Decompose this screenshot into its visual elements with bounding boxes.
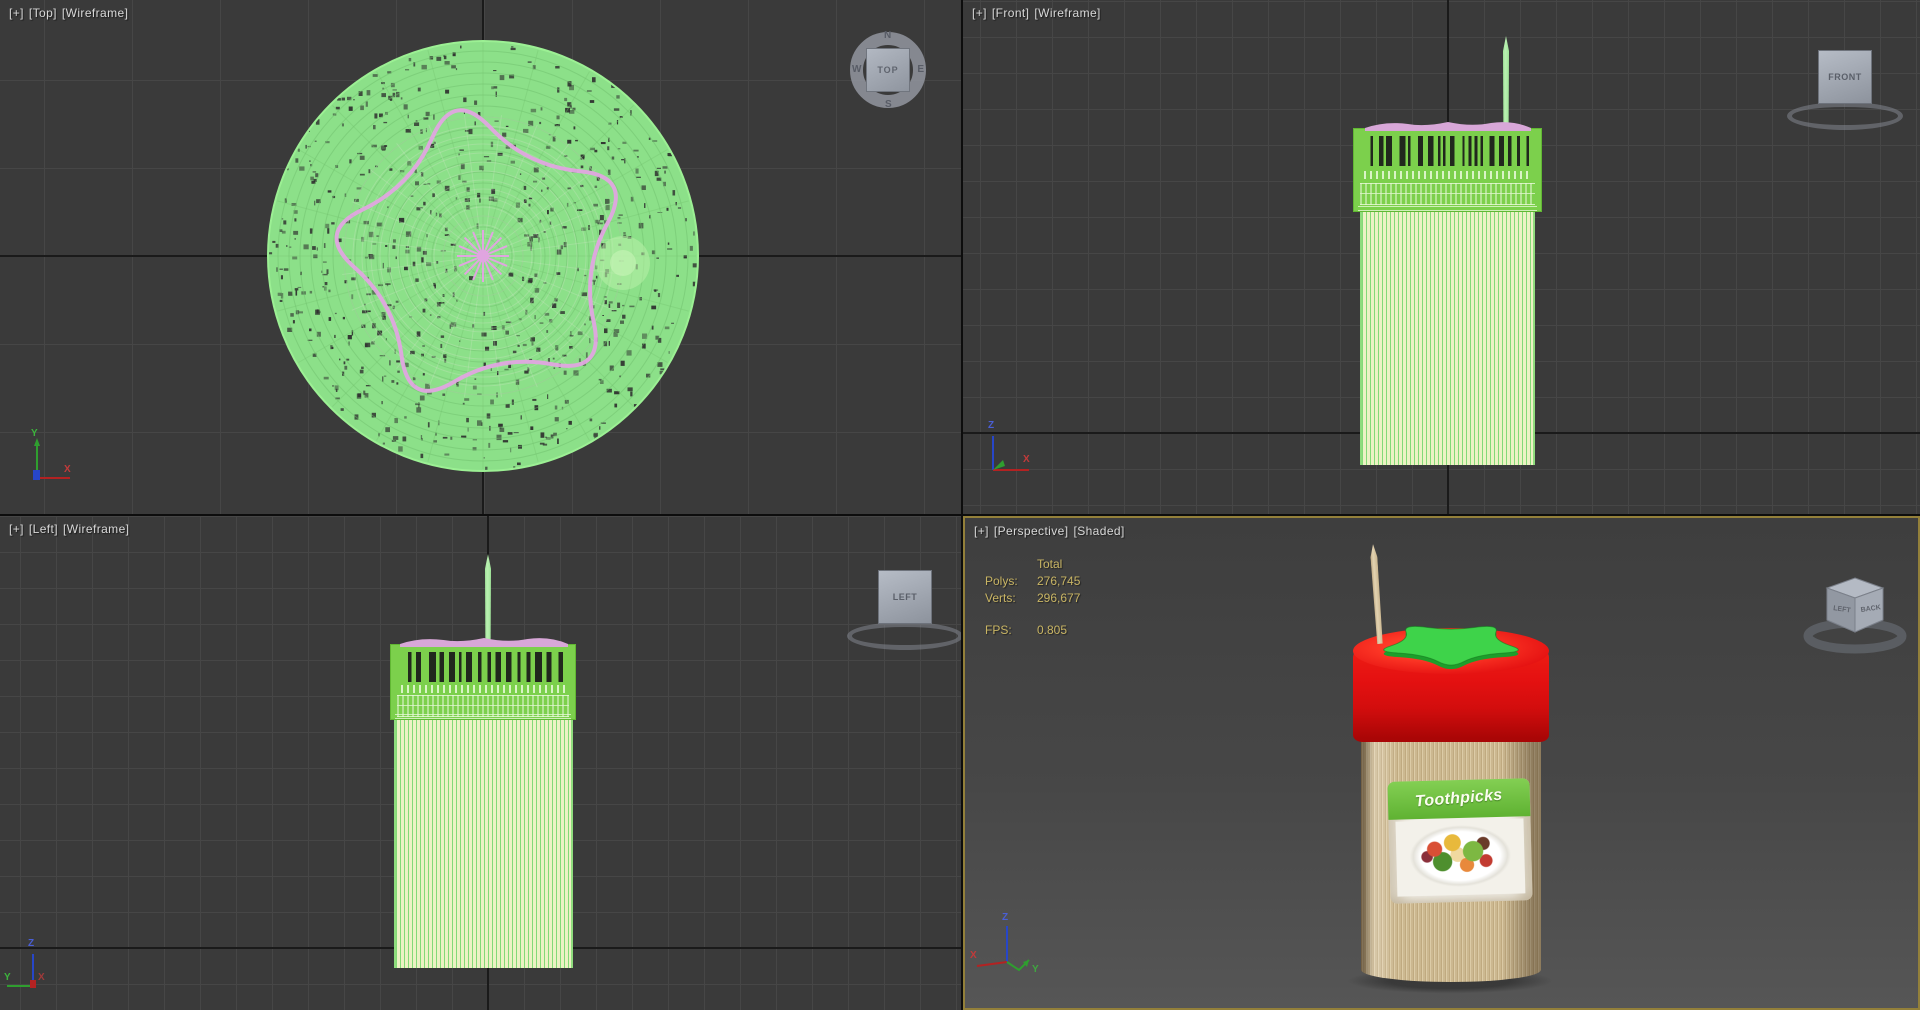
viewport-view-button[interactable]: [Front] (992, 6, 1029, 20)
viewport-label-perspective: [+] [Perspective] [Shaded] (974, 524, 1125, 538)
axis-x-label: X (970, 950, 977, 961)
axis-tripod-icon: Z Y X (4, 938, 45, 988)
viewcube-base-ring[interactable] (1787, 102, 1903, 130)
stats-polys-value: 276,745 (1037, 574, 1081, 588)
wire-cap (390, 644, 576, 720)
viewport-shading-button[interactable]: [Wireframe] (63, 522, 129, 536)
viewport-statistics: Total Polys: 276,745 Verts: 296,677 FPS: 0.… (985, 556, 1080, 639)
compass-south-label[interactable]: S (885, 99, 892, 110)
viewport-quad: [+] [Top] [Wireframe] N W E S TOP Y X [+… (0, 0, 1920, 1010)
viewport-shading-button[interactable]: [Wireframe] (1034, 6, 1100, 20)
label-title: Toothpicks (1414, 786, 1504, 811)
viewcube-base-ring[interactable] (847, 622, 961, 650)
viewport-view-button[interactable]: [Left] (29, 522, 58, 536)
stats-total-header: Total (1037, 557, 1063, 571)
viewport-front[interactable]: [+] [Front] [Wireframe] FRONT Z X (963, 0, 1920, 514)
compass-north-label[interactable]: N (884, 30, 891, 41)
axis-tripod-icon: Y X (31, 428, 71, 480)
stats-polys-label: Polys: (985, 574, 1018, 588)
axis-x-label: X (64, 464, 71, 475)
axis-x-label: X (38, 972, 45, 983)
viewport-left[interactable]: [+] [Left] [Wireframe] LEFT Z Y X (0, 516, 961, 1010)
viewport-menu-button[interactable]: [+] (9, 6, 24, 20)
viewport-label-top: [+] [Top] [Wireframe] (9, 6, 128, 20)
axis-y-label: Y (4, 972, 11, 983)
viewport-menu-button[interactable]: [+] (974, 524, 989, 538)
wire-lid-top (1365, 122, 1531, 131)
wire-toothpick (1503, 36, 1509, 130)
wire-toothpick (485, 554, 491, 646)
cap-star (1383, 625, 1519, 670)
stats-verts-label: Verts: (985, 591, 1016, 605)
stats-fps-value: 0.805 (1037, 623, 1068, 637)
viewport-menu-button[interactable]: [+] (972, 6, 987, 20)
axis-z-label: Z (988, 420, 994, 431)
axis-tripod-icon: Z X (988, 420, 1030, 471)
viewport-label-front: [+] [Front] [Wireframe] (972, 6, 1101, 20)
viewcube-face-label[interactable]: LEFT (878, 570, 932, 624)
compass-east-label[interactable]: E (917, 64, 924, 75)
viewport-view-button[interactable]: [Top] (29, 6, 57, 20)
viewport-label-left: [+] [Left] [Wireframe] (9, 522, 129, 536)
wire-cap (1353, 128, 1542, 212)
wire-body (1360, 212, 1535, 465)
label-band: Toothpicks (1387, 778, 1531, 820)
wire-lid-top (400, 638, 568, 647)
viewport-view-button[interactable]: [Perspective] (994, 524, 1069, 538)
viewcube-top[interactable]: N W E S TOP (850, 30, 926, 110)
axis-x-label: X (1023, 454, 1030, 465)
stats-fps-label: FPS: (985, 623, 1012, 637)
label-food-photo (1395, 818, 1526, 897)
viewcube-left[interactable]: LEFT (845, 560, 961, 652)
axis-y-label: Y (1032, 964, 1039, 975)
stats-verts-value: 296,677 (1037, 591, 1081, 605)
viewcube-face-label[interactable]: TOP (866, 48, 910, 92)
viewport-perspective-active[interactable]: Toothpicks [+] [Perspective] [Shaded] To… (963, 516, 1920, 1010)
product-label: Toothpicks (1387, 778, 1533, 904)
axis-y-label: Y (31, 428, 38, 439)
compass-west-label[interactable]: W (852, 64, 861, 75)
viewcube-front[interactable]: FRONT (1785, 40, 1905, 132)
wire-body (394, 720, 573, 968)
axis-z-label: Z (1002, 912, 1008, 923)
viewcube-face-label[interactable]: FRONT (1818, 50, 1872, 104)
top-wireframe-object[interactable] (0, 0, 961, 514)
viewport-menu-button[interactable]: [+] (9, 522, 24, 536)
toothpick-container-object[interactable]: Toothpicks (965, 518, 1918, 1008)
viewcube-perspective[interactable]: LEFT BACK (1793, 552, 1917, 658)
axis-z-label: Z (28, 938, 34, 949)
axis-tripod-icon: Z X Y (970, 912, 1039, 975)
viewport-top[interactable]: [+] [Top] [Wireframe] N W E S TOP Y X (0, 0, 961, 514)
viewport-shading-button[interactable]: [Wireframe] (62, 6, 128, 20)
viewport-shading-button[interactable]: [Shaded] (1073, 524, 1124, 538)
